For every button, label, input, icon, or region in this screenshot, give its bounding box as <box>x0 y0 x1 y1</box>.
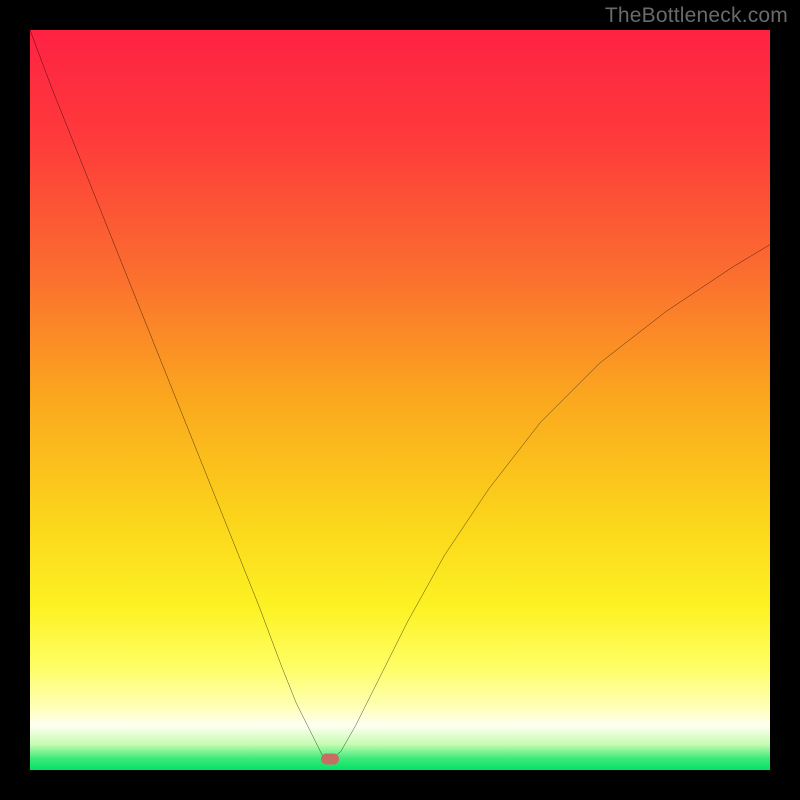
plot-area <box>30 30 770 770</box>
watermark-text: TheBottleneck.com <box>605 4 788 28</box>
chart-frame: TheBottleneck.com <box>0 0 800 800</box>
optimal-marker <box>321 753 339 764</box>
background-gradient <box>30 30 770 770</box>
